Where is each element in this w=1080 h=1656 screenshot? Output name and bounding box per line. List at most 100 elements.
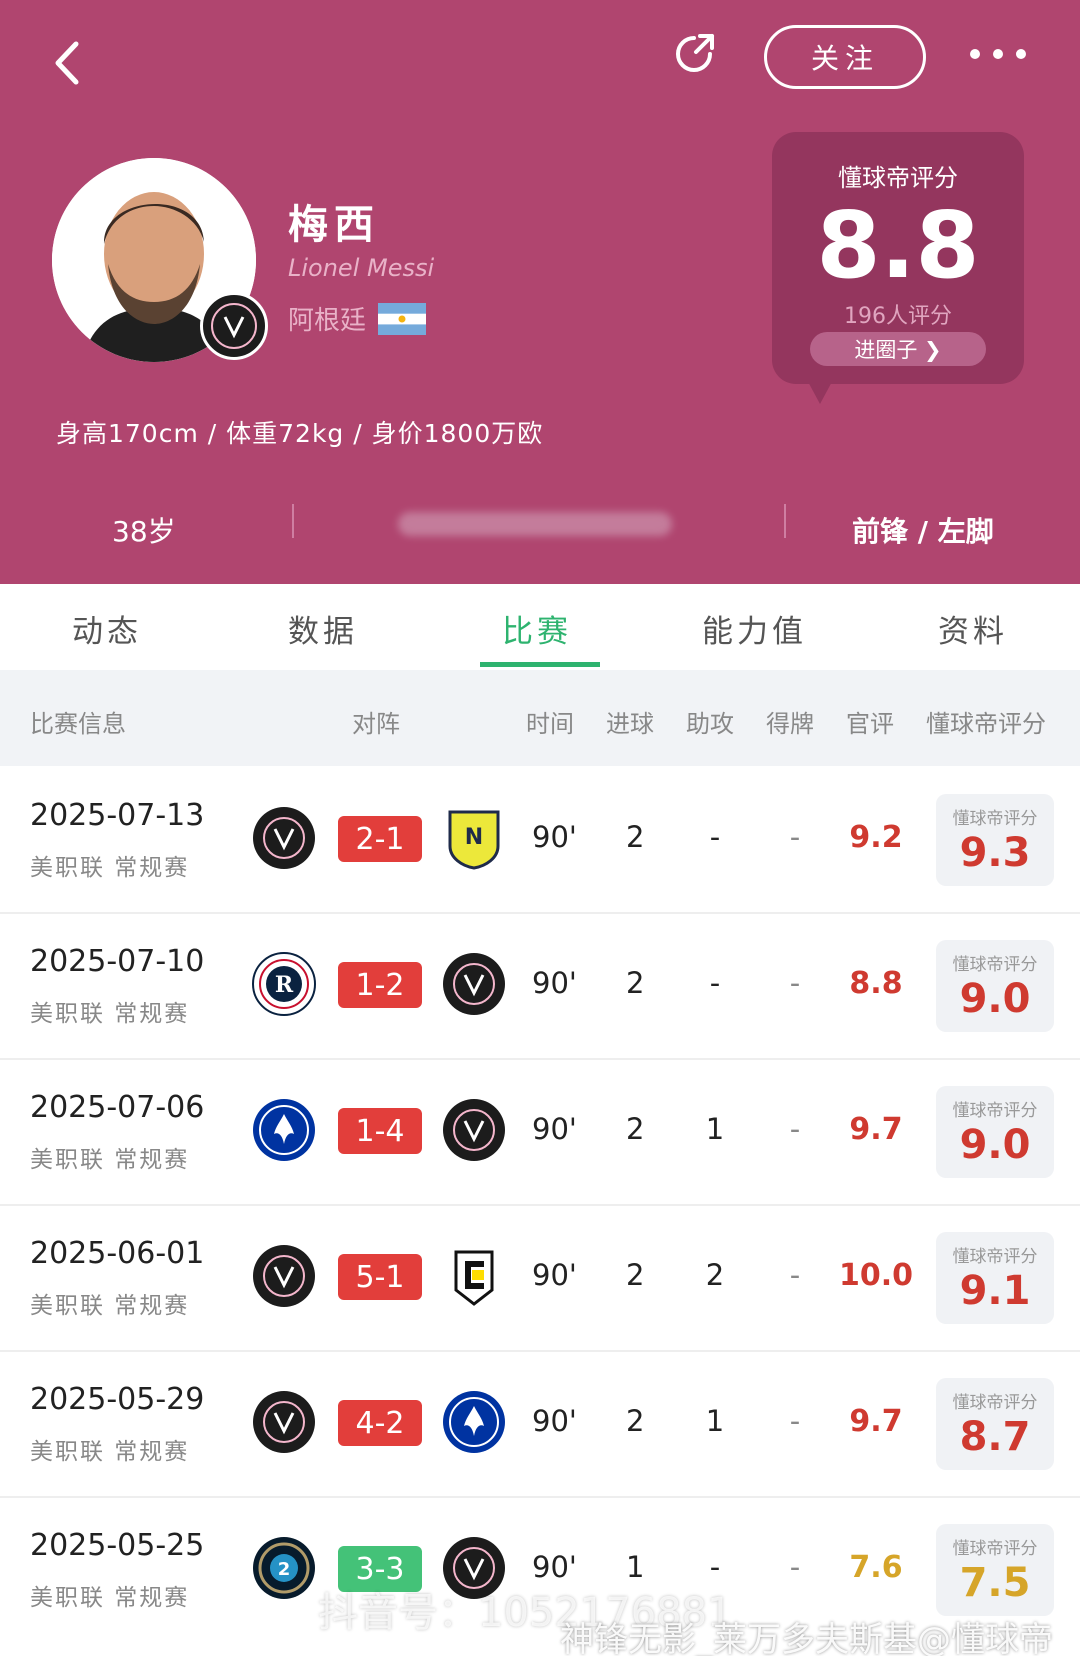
dqd-rating-value: 9.1 bbox=[959, 1268, 1031, 1314]
rating-value: 8.8 bbox=[816, 192, 980, 299]
info-divider bbox=[784, 504, 786, 538]
inter-miami-logo-icon bbox=[443, 1099, 505, 1161]
player-nation: 阿根廷 bbox=[288, 300, 427, 337]
match-row[interactable]: 2025-06-01 美职联 常规赛 5-1 90' 2 2 - 10.0 懂球… bbox=[0, 1206, 1080, 1352]
match-cards: - bbox=[789, 1258, 801, 1292]
active-tab-indicator bbox=[480, 662, 600, 667]
dqd-rating-value: 8.7 bbox=[959, 1414, 1031, 1460]
match-assists: - bbox=[709, 820, 721, 854]
dqd-rating-value: 9.0 bbox=[959, 976, 1031, 1022]
body-stats: 身高170cm / 体重72kg / 身价1800万欧 bbox=[56, 419, 544, 448]
col-goals: 进球 bbox=[606, 710, 654, 738]
match-date: 2025-07-10 bbox=[30, 944, 205, 979]
info-divider bbox=[292, 504, 294, 538]
match-goals: 2 bbox=[626, 1112, 645, 1146]
inter-miami-logo-icon bbox=[253, 1245, 315, 1307]
dqd-rating-card: 懂球帝评分 9.1 bbox=[936, 1232, 1054, 1324]
back-arrow-icon[interactable] bbox=[52, 38, 82, 88]
dqd-rating-card: 懂球帝评分 9.0 bbox=[936, 1086, 1054, 1178]
follow-button[interactable]: 关注 bbox=[764, 25, 926, 89]
player-name-cn: 梅西 bbox=[288, 202, 380, 248]
match-goals: 2 bbox=[626, 820, 645, 854]
match-minutes: 90' bbox=[532, 966, 577, 1000]
match-goals: 2 bbox=[626, 1404, 645, 1438]
tab-profile[interactable]: 资料 bbox=[938, 606, 1008, 651]
cf-montreal-logo-icon bbox=[443, 1391, 505, 1453]
columbus-crew-logo-icon bbox=[454, 1250, 494, 1306]
dqd-rating-label: 懂球帝评分 bbox=[952, 1539, 1038, 1559]
new-england-logo-icon: R bbox=[252, 952, 316, 1016]
player-name-en: Lionel Messi bbox=[288, 254, 435, 282]
inter-miami-logo-icon bbox=[253, 807, 315, 869]
match-minutes: 90' bbox=[532, 1404, 577, 1438]
tab-data[interactable]: 数据 bbox=[288, 606, 358, 651]
match-row[interactable]: 2025-07-06 美职联 常规赛 1-4 90' 2 1 - 9.7 懂球帝… bbox=[0, 1060, 1080, 1206]
tab-ability[interactable]: 能力值 bbox=[702, 606, 807, 651]
rating-card: 懂球帝评分 8.8 196人评分 进圈子 ❯ bbox=[772, 132, 1024, 384]
col-cards: 得牌 bbox=[766, 710, 814, 738]
player-position: 前锋 / 左脚 bbox=[852, 515, 994, 548]
tab-matches[interactable]: 比赛 bbox=[502, 606, 572, 651]
match-cards: - bbox=[789, 1550, 801, 1584]
match-goals: 2 bbox=[626, 966, 645, 1000]
dqd-rating-label: 懂球帝评分 bbox=[952, 1393, 1038, 1413]
dqd-rating-label: 懂球帝评分 bbox=[952, 955, 1038, 975]
match-assists: 1 bbox=[705, 1404, 725, 1438]
col-assists: 助攻 bbox=[686, 710, 734, 738]
match-cards: - bbox=[789, 966, 801, 1000]
match-assists: - bbox=[709, 1550, 721, 1584]
svg-text:N: N bbox=[465, 825, 483, 850]
match-cards: - bbox=[789, 1404, 801, 1438]
join-circle-button[interactable]: 进圈子 ❯ bbox=[810, 332, 986, 366]
match-league: 美职联 常规赛 bbox=[30, 1439, 190, 1465]
dqd-rating-label: 懂球帝评分 bbox=[952, 1101, 1038, 1121]
official-rating: 7.6 bbox=[849, 1550, 903, 1585]
official-rating: 10.0 bbox=[838, 1258, 914, 1293]
match-league: 美职联 常规赛 bbox=[30, 1001, 190, 1027]
nashville-logo-icon: N bbox=[448, 810, 500, 870]
inter-miami-logo-icon bbox=[443, 953, 505, 1015]
col-dqd-rating: 懂球帝评分 bbox=[926, 710, 1046, 738]
dqd-rating-card: 懂球帝评分 8.7 bbox=[936, 1378, 1054, 1470]
match-league: 美职联 常规赛 bbox=[30, 1147, 190, 1173]
match-row[interactable]: 2025-07-13 美职联 常规赛 2-1 N 90' 2 - - 9.2 懂… bbox=[0, 768, 1080, 914]
match-date: 2025-05-25 bbox=[30, 1528, 205, 1563]
match-assists: 2 bbox=[705, 1258, 725, 1292]
club-badge-icon bbox=[200, 292, 268, 360]
match-cards: - bbox=[789, 820, 801, 854]
match-cards: - bbox=[789, 1112, 801, 1146]
official-rating: 9.7 bbox=[849, 1404, 903, 1439]
rating-count: 196人评分 bbox=[844, 304, 952, 329]
match-league: 美职联 常规赛 bbox=[30, 1585, 190, 1611]
match-date: 2025-07-06 bbox=[30, 1090, 205, 1125]
rating-title: 懂球帝评分 bbox=[838, 164, 958, 192]
match-minutes: 90' bbox=[532, 1258, 577, 1292]
match-minutes: 90' bbox=[532, 820, 577, 854]
tab-dynamics[interactable]: 动态 bbox=[72, 606, 142, 651]
tab-bar: 动态 数据 比赛 能力值 资料 bbox=[0, 584, 1080, 670]
official-rating: 9.7 bbox=[849, 1112, 903, 1147]
info-row: 38岁 前锋 / 左脚 bbox=[0, 490, 1080, 570]
match-score: 5-1 bbox=[338, 1254, 422, 1300]
share-icon[interactable] bbox=[670, 28, 720, 78]
match-league: 美职联 常规赛 bbox=[30, 1293, 190, 1319]
cf-montreal-logo-icon bbox=[253, 1099, 315, 1161]
match-date: 2025-06-01 bbox=[30, 1236, 205, 1271]
table-header: 比赛信息 对阵 时间 进球 助攻 得牌 官评 懂球帝评分 bbox=[0, 670, 1080, 766]
col-minutes: 时间 bbox=[526, 710, 574, 738]
match-goals: 1 bbox=[626, 1550, 645, 1584]
match-date: 2025-07-13 bbox=[30, 798, 205, 833]
match-date: 2025-05-29 bbox=[30, 1382, 205, 1417]
argentina-flag-icon bbox=[378, 302, 427, 335]
match-row[interactable]: 2025-05-29 美职联 常规赛 4-2 90' 2 1 - 9.7 懂球帝… bbox=[0, 1352, 1080, 1498]
dqd-rating-card: 懂球帝评分 9.3 bbox=[936, 794, 1054, 886]
player-header: 关注 梅西 Lionel Messi 阿根廷 懂球帝评分 8.8 196人评分 … bbox=[0, 0, 1080, 584]
col-fixture: 对阵 bbox=[352, 710, 400, 738]
official-rating: 8.8 bbox=[849, 966, 903, 1001]
official-rating: 9.2 bbox=[849, 820, 903, 855]
match-row[interactable]: 2025-07-10 美职联 常规赛 R 1-2 90' 2 - - 8.8 懂… bbox=[0, 914, 1080, 1060]
match-minutes: 90' bbox=[532, 1112, 577, 1146]
player-age: 38岁 bbox=[112, 515, 176, 548]
more-options-icon[interactable] bbox=[970, 40, 1026, 68]
match-score: 2-1 bbox=[338, 816, 422, 862]
